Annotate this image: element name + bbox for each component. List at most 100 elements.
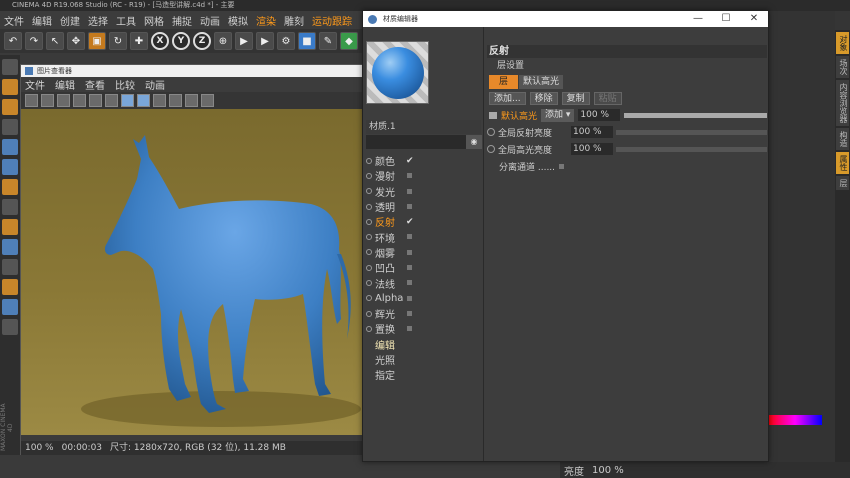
fit-button[interactable] [121,94,134,107]
channel-checkbox[interactable] [407,326,412,332]
menu-item-11[interactable]: 运动跟踪 [312,13,352,28]
region-button[interactable] [105,94,118,107]
menu-item-7[interactable]: 动画 [200,13,220,28]
editor-extra-item[interactable]: 编辑 [363,337,483,352]
right-tab-4[interactable]: 属性 [836,152,849,174]
channel-item[interactable]: 凹凸 [363,260,483,275]
copy-layer-button[interactable]: 复制 [561,92,590,105]
filter-button[interactable] [185,94,198,107]
render-settings-button[interactable]: ⚙ [277,32,295,50]
material-picker-icon[interactable]: ◉ [466,135,482,149]
material-name-field[interactable] [366,135,466,149]
grid-view-button[interactable] [137,94,150,107]
right-tab-2[interactable]: 内容浏览器 [836,80,849,126]
channel-item[interactable]: 烟雾 [363,245,483,260]
global-reflection-slider[interactable] [616,129,767,135]
close-icon[interactable]: ✕ [740,11,768,27]
transform-tool-button[interactable]: ✚ [130,32,148,50]
minimize-icon[interactable]: — [684,11,712,27]
subdivision-button[interactable]: ◆ [340,32,358,50]
menu-item-10[interactable]: 雕刻 [284,13,304,28]
scale-tool-button[interactable]: ▣ [88,32,106,50]
channel-checkbox[interactable] [407,249,412,255]
channel-checkbox[interactable] [407,280,412,286]
global-reflection-dot[interactable] [487,128,495,136]
channel-checkbox[interactable] [407,234,412,240]
global-specular-field[interactable]: 100 % [571,143,613,155]
undo-button[interactable]: ↶ [4,32,22,50]
menu-item-6[interactable]: 捕捉 [172,13,192,28]
channel-item[interactable]: 置换 [363,321,483,336]
menu-item-2[interactable]: 创建 [60,13,80,28]
global-reflection-field[interactable]: 100 % [571,126,613,138]
menu-item-1[interactable]: 编辑 [32,13,52,28]
layer-mode-dropdown[interactable]: 添加 ▾ [541,108,575,122]
rotate-tool-button[interactable]: ↻ [109,32,127,50]
menu-item-8[interactable]: 模拟 [228,13,248,28]
right-tab-5[interactable]: 层 [836,176,849,190]
model-mode-button[interactable] [2,79,18,95]
right-tab-3[interactable]: 构造 [836,128,849,150]
save-file-button[interactable] [41,94,54,107]
material-name[interactable]: 材质.1 [366,120,481,134]
sculpt-button[interactable] [2,279,18,295]
channel-item[interactable]: Alpha [363,291,483,306]
channel-item[interactable]: 颜色 ✔ [363,153,483,168]
x-axis-button[interactable]: X [151,32,169,50]
texture-mode-button[interactable] [2,99,18,115]
move-tool-button[interactable]: ✥ [67,32,85,50]
edges-mode-button[interactable] [2,159,18,175]
editor-extra-item[interactable]: 指定 [363,367,483,382]
viewer-menu-item-3[interactable]: 比较 [115,77,135,92]
viewer-menu-item-2[interactable]: 查看 [85,77,105,92]
menu-item-3[interactable]: 选择 [88,13,108,28]
channel-item[interactable]: 法线 [363,275,483,291]
menu-item-5[interactable]: 网格 [144,13,164,28]
menu-item-9[interactable]: 渲染 [256,13,276,28]
layer-opacity-slider[interactable] [624,112,767,118]
make-editable-button[interactable] [2,59,18,75]
material-preview[interactable] [366,41,429,104]
zoom-level[interactable]: 100 % [25,441,54,455]
points-mode-button[interactable] [2,139,18,155]
workplane-button[interactable] [2,119,18,135]
channel-checkbox[interactable] [407,295,412,301]
channel-checkbox-checked[interactable]: ✔ [406,217,414,227]
channel-checkbox[interactable] [407,203,412,209]
separate-pass-checkbox[interactable] [559,163,565,169]
channel-item[interactable]: 透明 [363,199,483,214]
channel-button[interactable] [89,94,102,107]
channel-item[interactable]: 辉光 [363,306,483,321]
channel-item[interactable]: 漫射 [363,168,483,183]
layer-name[interactable]: 默认高光 [501,109,537,122]
viewer-menu-item-0[interactable]: 文件 [25,77,45,92]
tweak-mode-button[interactable] [2,219,18,235]
render-picture-viewer-button[interactable]: ▶ [256,32,274,50]
menu-item-4[interactable]: 工具 [116,13,136,28]
layer-opacity-field[interactable]: 100 % [578,109,621,121]
channel-item[interactable]: 发光 [363,184,483,199]
channel-checkbox[interactable] [407,188,412,194]
right-tab-0[interactable]: 对象 [836,32,849,54]
channel-checkbox[interactable] [407,173,412,179]
layer-row[interactable]: 默认高光 添加 ▾ 100 % [489,108,767,122]
brightness-value[interactable]: 100 % [592,465,624,476]
coordinate-system-button[interactable]: ⊕ [214,32,232,50]
polygons-mode-button[interactable] [2,179,18,195]
channel-checkbox[interactable] [407,310,412,316]
global-specular-dot[interactable] [487,145,495,153]
open-file-button[interactable] [25,94,38,107]
layer-visibility-icon[interactable] [489,111,497,119]
add-layer-button[interactable]: 添加... [489,92,526,105]
paste-layer-button[interactable]: 粘贴 [593,92,622,105]
snap-button[interactable] [2,239,18,255]
remove-layer-button[interactable]: 移除 [529,92,558,105]
channel-checkbox-checked[interactable]: ✔ [406,156,414,166]
viewer-menu-item-1[interactable]: 编辑 [55,77,75,92]
maximize-icon[interactable]: ☐ [712,11,740,27]
view-button[interactable] [57,94,70,107]
right-tab-1[interactable]: 场次 [836,56,849,78]
tab-layer[interactable]: 层 [489,75,519,89]
redo-button[interactable]: ↷ [25,32,43,50]
stereo-button[interactable] [201,94,214,107]
